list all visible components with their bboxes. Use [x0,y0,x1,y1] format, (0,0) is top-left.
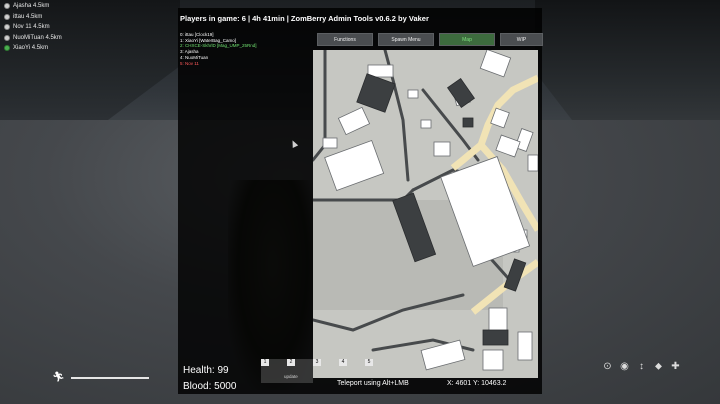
player-stats: Health: 99 Blood: 5000 [183,363,236,395]
hunger-icon: ◉ [620,361,629,372]
player-marker-icon [4,34,10,41]
player-marker: XiaoYi 4.5km [4,43,62,54]
player-marker-icon [4,3,10,10]
temperature-icon: ↕ [639,361,644,372]
health-label: Health: 99 [183,365,229,376]
player-marker-label: Nov 11 4.5km [13,24,50,31]
tab-map[interactable]: Map [439,33,495,46]
quickbar-slot-number: 5 [365,359,373,366]
quickbar-slot-number: 3 [313,359,321,366]
update-label: update [284,374,298,379]
water-drop-icon: ⬥ [655,361,662,372]
hangar-building-right [535,0,720,120]
tab-spawn-menu[interactable]: Spawn Menu [378,33,434,46]
quickbar-slot[interactable]: 1 [261,359,287,383]
quickbar-slot-number: 4 [339,359,347,366]
quickbar-slot-number: 2 [287,359,295,366]
player-marker-label: XiaoYi 4.5km [13,45,49,52]
player-marker-label: ittau 4.5km [13,13,43,20]
admin-panel-title: Players in game: 6 | 4h 41min | ZomBerry… [180,14,429,23]
running-man-icon: 🏃︎ [52,372,65,383]
admin-map[interactable] [313,50,538,378]
player-marker-label: Ajasha 4.5km [13,3,50,10]
map-coordinates: X: 4601 Y: 10463.2 [447,380,507,387]
stamina-indicator: 🏃︎ [52,372,149,383]
player-marker: Ajasha 4.5km [4,1,62,12]
tab-functions[interactable]: Functions [317,33,373,46]
health-cross-icon: ✚ [671,361,680,372]
player-marker: Nov 11 4.5km [4,22,62,33]
status-icons: ⊙ ◉ ↕ ⬥ ✚ [602,361,681,372]
admin-tabs: Functions Spawn Menu Map WIP [317,33,543,46]
quickbar-slot[interactable]: 2 [287,359,313,383]
player-marker: ittau 4.5km [4,12,62,23]
player-marker-icon [4,13,10,20]
blood-label: Blood: 5000 [183,381,237,392]
teleport-hint: Teleport using Alt+LMB [337,380,409,387]
player-marker: NuoMiTuan 4.5km [4,33,62,44]
player-marker-icon [4,45,10,52]
stomach-icon: ⊙ [603,361,612,372]
quickbar-slot-number: 1 [261,359,269,366]
player-list-item[interactable]: 5: Nov 11 [180,61,257,67]
player-marker-label: NuoMiTuan 4.5km [13,34,62,41]
nearby-player-markers: Ajasha 4.5km ittau 4.5km Nov 11 4.5km Nu… [4,1,62,54]
player-marker-icon [4,24,10,31]
quickbar-slot[interactable]: 3 [313,359,339,383]
stamina-bar [70,376,149,379]
map-canvas[interactable] [313,50,538,378]
tab-wip[interactable]: WIP [500,33,543,46]
player-list: 0: ittau [Clock19] 1: XiaoYi [WaterBag_C… [180,32,257,66]
